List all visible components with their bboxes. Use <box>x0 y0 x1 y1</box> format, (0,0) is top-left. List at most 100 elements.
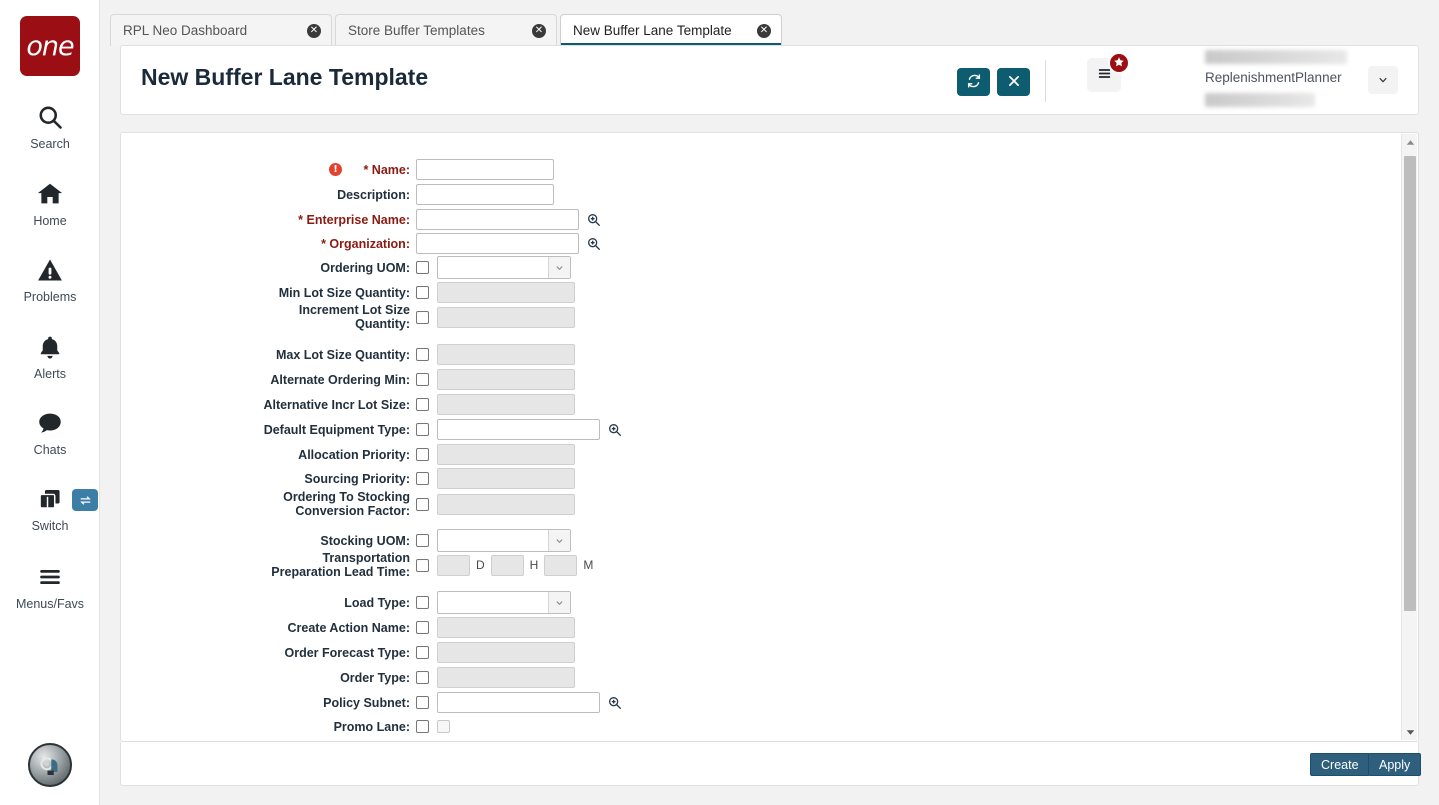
refresh-button[interactable] <box>957 68 990 96</box>
unit-hours-label: H <box>529 558 539 572</box>
field-label: Load Type: <box>344 595 410 610</box>
enable-checkbox[interactable] <box>416 261 429 274</box>
rail-item-chats[interactable]: Chats <box>0 406 100 457</box>
field-row-ordering-to-stocking-conversion-factor: Ordering To Stocking Conversion Factor: <box>121 485 575 523</box>
enable-checkbox[interactable] <box>416 558 429 572</box>
default-equipment-type-input[interactable] <box>437 419 600 440</box>
tab-rpl-neo-dashboard[interactable]: RPL Neo Dashboard ✕ <box>110 14 332 46</box>
form-scroll-region: ! * Name: Description: * Enterprise Name… <box>121 133 1400 741</box>
enable-checkbox[interactable] <box>416 596 429 609</box>
enable-checkbox[interactable] <box>416 671 429 684</box>
enable-checkbox[interactable] <box>416 696 429 709</box>
field-label: * Organization: <box>321 236 410 251</box>
lead-time-minutes-input[interactable] <box>544 554 578 576</box>
enable-checkbox[interactable] <box>416 423 429 436</box>
rail-label-problems: Problems <box>23 290 77 304</box>
field-row-enterprise-name: * Enterprise Name: <box>121 207 602 232</box>
field-row-default-equipment-type: Default Equipment Type: <box>121 417 623 442</box>
alternate-ordering-min-input[interactable] <box>437 369 575 390</box>
magnifier-plus-icon[interactable] <box>607 422 623 438</box>
magnifier-plus-icon[interactable] <box>586 212 602 228</box>
magnifier-plus-icon[interactable] <box>607 695 623 711</box>
enable-checkbox[interactable] <box>416 373 429 386</box>
field-row-alternate-ordering-min: Alternate Ordering Min: <box>121 367 575 392</box>
magnifier-plus-icon[interactable] <box>586 236 602 252</box>
enable-checkbox[interactable] <box>416 348 429 361</box>
rail-item-alerts[interactable]: Alerts <box>0 330 100 381</box>
field-row-max-lot-size-quantity: Max Lot Size Quantity: <box>121 342 575 367</box>
enable-checkbox[interactable] <box>416 720 429 733</box>
enable-checkbox[interactable] <box>416 472 429 485</box>
rail-item-menus-favs[interactable]: Menus/Favs <box>0 560 100 611</box>
enable-checkbox[interactable] <box>416 497 429 511</box>
field-label: Policy Subnet: <box>323 695 410 710</box>
user-menu-button[interactable] <box>1368 66 1398 94</box>
rail-label-alerts: Alerts <box>34 367 66 381</box>
caret-down-icon[interactable] <box>1402 724 1418 740</box>
scrollbar-thumb[interactable] <box>1404 156 1416 611</box>
field-label: * Name: <box>363 162 410 177</box>
organization-input[interactable] <box>416 233 579 254</box>
field-label: Alternative Incr Lot Size: <box>263 397 410 412</box>
field-label: Increment Lot Size Quantity: <box>298 303 410 331</box>
ordering-uom-select[interactable] <box>437 256 571 279</box>
description-input[interactable] <box>416 184 554 205</box>
lead-time-hours-input[interactable] <box>490 554 524 576</box>
apply-button[interactable]: Apply <box>1368 753 1422 776</box>
chat-bubble-icon <box>35 406 65 440</box>
tab-store-buffer-templates[interactable]: Store Buffer Templates ✕ <box>335 14 557 46</box>
chevron-down-icon <box>548 257 570 278</box>
chevron-down-icon <box>548 592 570 613</box>
form-scrollbar[interactable] <box>1401 134 1417 740</box>
rail-label-switch: Switch <box>31 519 69 533</box>
close-page-button[interactable] <box>997 68 1030 96</box>
lead-time-days-input[interactable] <box>437 554 470 576</box>
close-icon[interactable]: ✕ <box>757 23 771 38</box>
rail-item-problems[interactable]: Problems <box>0 253 100 304</box>
field-row-create-action-name: Create Action Name: <box>121 615 575 640</box>
field-label: Ordering UOM: <box>320 260 410 275</box>
create-action-name-input[interactable] <box>437 617 575 638</box>
app-logo[interactable]: one <box>20 16 80 76</box>
caret-up-icon[interactable] <box>1402 134 1418 150</box>
enable-checkbox[interactable] <box>416 310 429 324</box>
enable-checkbox[interactable] <box>416 448 429 461</box>
max-lot-size-quantity-input[interactable] <box>437 344 575 365</box>
policy-subnet-input[interactable] <box>437 692 600 713</box>
tab-new-buffer-lane-template[interactable]: New Buffer Lane Template ✕ <box>560 14 782 46</box>
name-input[interactable] <box>416 159 554 180</box>
field-row-policy-subnet: Policy Subnet: <box>121 690 623 715</box>
increment-lot-size-quantity-input[interactable] <box>437 306 575 328</box>
enable-checkbox[interactable] <box>416 646 429 659</box>
allocation-priority-input[interactable] <box>437 444 575 465</box>
swap-arrows-icon[interactable] <box>72 489 98 511</box>
form-footer: Create Apply <box>120 742 1422 786</box>
field-row-alternative-incr-lot-size: Alternative Incr Lot Size: <box>121 392 575 417</box>
enterprise-name-input[interactable] <box>416 209 579 230</box>
alternative-incr-lot-size-input[interactable] <box>437 394 575 415</box>
order-forecast-type-input[interactable] <box>437 642 575 663</box>
field-row-name: ! * Name: <box>121 157 554 182</box>
favorites-badge[interactable] <box>1108 52 1130 74</box>
close-icon[interactable]: ✕ <box>532 23 546 38</box>
hamburger-icon <box>35 560 65 594</box>
field-row-ordering-uom: Ordering UOM: <box>121 255 571 280</box>
rail-label-menus-favs: Menus/Favs <box>15 597 85 611</box>
rail-item-home[interactable]: Home <box>0 177 100 228</box>
create-button[interactable]: Create <box>1310 753 1370 776</box>
ordering-to-stocking-conversion-factor-input[interactable] <box>437 493 575 515</box>
rail-item-search[interactable]: Search <box>0 100 100 151</box>
field-row-organization: * Organization: <box>121 231 602 256</box>
field-label: Allocation Priority: <box>298 447 410 462</box>
enable-checkbox[interactable] <box>416 621 429 634</box>
enable-checkbox[interactable] <box>416 398 429 411</box>
field-row-load-type: Load Type: <box>121 590 571 615</box>
load-type-select[interactable] <box>437 591 571 614</box>
form-panel: ! * Name: Description: * Enterprise Name… <box>120 132 1419 742</box>
user-avatar-icon[interactable] <box>28 743 72 787</box>
order-type-input[interactable] <box>437 667 575 688</box>
close-icon[interactable]: ✕ <box>307 23 321 38</box>
tab-label: Store Buffer Templates <box>348 23 485 38</box>
field-label: Create Action Name: <box>287 620 411 635</box>
field-label: Transportation Preparation Lead Time: <box>271 551 410 579</box>
